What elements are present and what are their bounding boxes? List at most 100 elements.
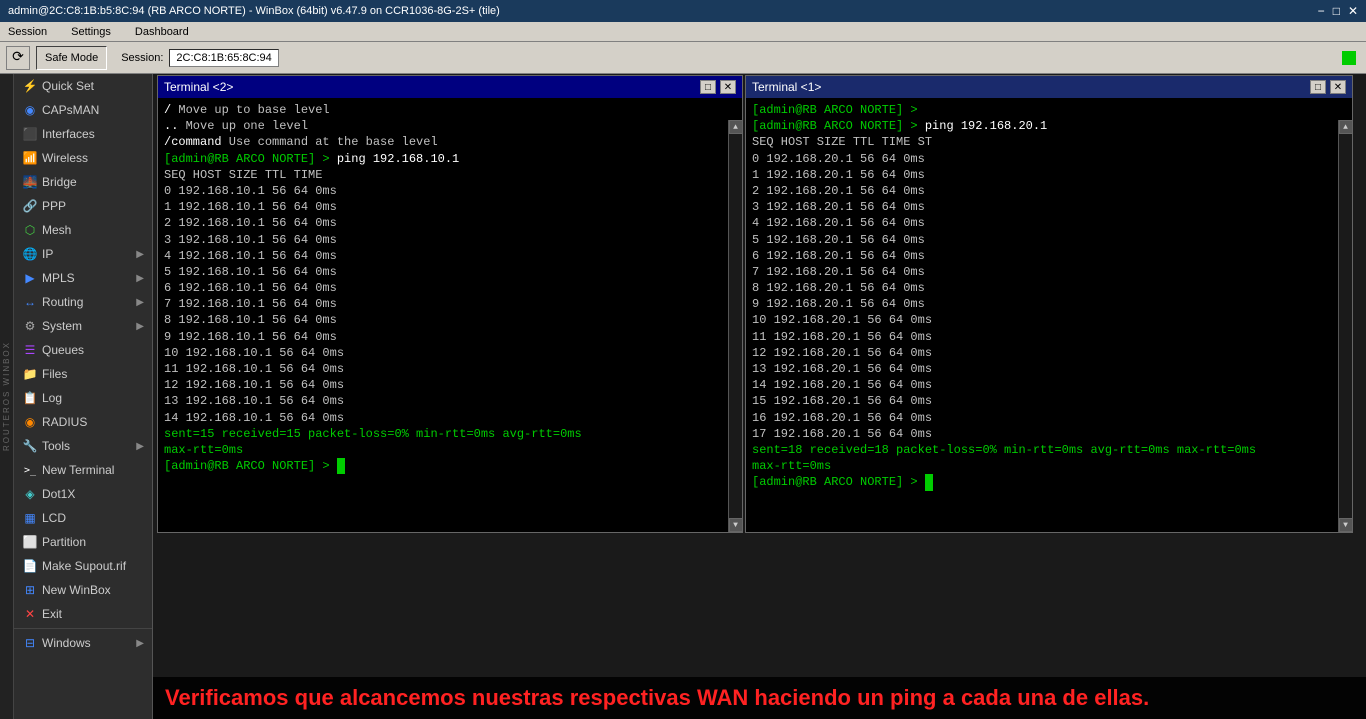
sidebar-item-ip[interactable]: 🌐 IP ▶ bbox=[14, 242, 152, 266]
subtitle-text: Verificamos que alcancemos nuestras resp… bbox=[165, 685, 1149, 710]
terminal-2-titlebar[interactable]: Terminal <2> □ ✕ bbox=[158, 76, 742, 98]
sidebar-item-interfaces[interactable]: ⬛ Interfaces bbox=[14, 122, 152, 146]
minimize-button[interactable]: − bbox=[1318, 4, 1325, 18]
sidebar-item-mpls[interactable]: ▶ MPLS ▶ bbox=[14, 266, 152, 290]
terminal-2-row9: 9 192.168.10.1 56 64 0ms bbox=[164, 329, 722, 345]
close-button[interactable]: ✕ bbox=[1348, 4, 1358, 18]
sidebar-label-interfaces: Interfaces bbox=[42, 127, 95, 141]
sidebar-item-quickset[interactable]: ⚡ Quick Set bbox=[14, 74, 152, 98]
sidebar-item-partition[interactable]: ⬜ Partition bbox=[14, 530, 152, 554]
quickset-icon: ⚡ bbox=[22, 78, 38, 94]
terminal-1-row3: 3 192.168.20.1 56 64 0ms bbox=[752, 199, 1332, 215]
sidebar-label-new-winbox: New WinBox bbox=[42, 583, 111, 597]
sidebar-label-quickset: Quick Set bbox=[42, 79, 94, 93]
terminal-1-row4: 4 192.168.20.1 56 64 0ms bbox=[752, 215, 1332, 231]
terminal-2-row6: 6 192.168.10.1 56 64 0ms bbox=[164, 280, 722, 296]
terminal-2-line-help2: .. Move up one level bbox=[164, 118, 722, 134]
terminal-1-controls: □ ✕ bbox=[1310, 80, 1346, 94]
terminal-1-row8: 8 192.168.20.1 56 64 0ms bbox=[752, 280, 1332, 296]
terminal-1-row17: 17 192.168.20.1 56 64 0ms bbox=[752, 426, 1332, 442]
terminal-2-row12: 12 192.168.10.1 56 64 0ms bbox=[164, 377, 722, 393]
menu-session[interactable]: Session bbox=[4, 25, 51, 39]
sidebar-item-log[interactable]: 📋 Log bbox=[14, 386, 152, 410]
sidebar-item-bridge[interactable]: 🌉 Bridge bbox=[14, 170, 152, 194]
sidebar-item-tools[interactable]: 🔧 Tools ▶ bbox=[14, 434, 152, 458]
sidebar-label-queues: Queues bbox=[42, 343, 84, 357]
sidebar-item-make-supout[interactable]: 📄 Make Supout.rif bbox=[14, 554, 152, 578]
sidebar-item-routing[interactable]: ↔ Routing ▶ bbox=[14, 290, 152, 314]
terminal-2-close[interactable]: ✕ bbox=[720, 80, 736, 94]
radius-icon: ◉ bbox=[22, 414, 38, 430]
sidebar-item-files[interactable]: 📁 Files bbox=[14, 362, 152, 386]
terminal-1-scrollbar[interactable]: ▲ ▼ bbox=[1338, 120, 1352, 532]
terminal-2-scroll-down[interactable]: ▼ bbox=[729, 518, 743, 532]
sidebar-label-dot1x: Dot1X bbox=[42, 487, 75, 501]
terminal-2-controls: □ ✕ bbox=[700, 80, 736, 94]
sidebar-item-exit[interactable]: ✕ Exit bbox=[14, 602, 152, 626]
terminal-1-row11: 11 192.168.20.1 56 64 0ms bbox=[752, 329, 1332, 345]
sidebar-item-lcd[interactable]: ▦ LCD bbox=[14, 506, 152, 530]
terminal-1-maximize[interactable]: □ bbox=[1310, 80, 1326, 94]
mpls-arrow: ▶ bbox=[136, 273, 144, 284]
terminal-2-row7: 7 192.168.10.1 56 64 0ms bbox=[164, 296, 722, 312]
connect-icon[interactable]: ⟳ bbox=[6, 46, 30, 70]
menu-dashboard[interactable]: Dashboard bbox=[131, 25, 193, 39]
title-bar-controls: − □ ✕ bbox=[1318, 4, 1358, 18]
maximize-button[interactable]: □ bbox=[1333, 4, 1340, 18]
terminal-1-window: Terminal <1> □ ✕ [admin@RB ARCO NORTE] >… bbox=[745, 75, 1353, 533]
sidebar-label-log: Log bbox=[42, 391, 62, 405]
terminal-2-row2: 2 192.168.10.1 56 64 0ms bbox=[164, 215, 722, 231]
sidebar-label-tools: Tools bbox=[42, 439, 70, 453]
terminal-1-scroll-up[interactable]: ▲ bbox=[1339, 120, 1353, 134]
terminal-2-scrollbar[interactable]: ▲ ▼ bbox=[728, 120, 742, 532]
terminal-1-stats2: max-rtt=0ms bbox=[752, 458, 1332, 474]
sidebar-label-new-terminal: New Terminal bbox=[42, 463, 114, 477]
terminal-2-maximize[interactable]: □ bbox=[700, 80, 716, 94]
sidebar-item-new-winbox[interactable]: ⊞ New WinBox bbox=[14, 578, 152, 602]
terminal-1-close[interactable]: ✕ bbox=[1330, 80, 1346, 94]
terminal-2-cursor-prompt[interactable]: [admin@RB ARCO NORTE] > bbox=[164, 458, 722, 474]
session-label: Session: bbox=[121, 52, 163, 64]
safe-mode-button[interactable]: Safe Mode bbox=[36, 46, 107, 70]
sidebar-item-ppp[interactable]: 🔗 PPP bbox=[14, 194, 152, 218]
sidebar-label-capsman: CAPsMAN bbox=[42, 103, 99, 117]
terminal-1-scroll-down[interactable]: ▼ bbox=[1339, 518, 1353, 532]
sidebar-item-system[interactable]: ⚙ System ▶ bbox=[14, 314, 152, 338]
new-terminal-icon: >_ bbox=[22, 462, 38, 478]
terminal-1-title: Terminal <1> bbox=[752, 80, 821, 94]
terminal-2-scroll-up[interactable]: ▲ bbox=[729, 120, 743, 134]
sidebar-label-system: System bbox=[42, 319, 82, 333]
subtitle-bar: Verificamos que alcancemos nuestras resp… bbox=[153, 677, 1366, 719]
terminal-1-row1: 1 192.168.20.1 56 64 0ms bbox=[752, 167, 1332, 183]
sidebar-item-wireless[interactable]: 📶 Wireless bbox=[14, 146, 152, 170]
sidebar-label-ppp: PPP bbox=[42, 199, 66, 213]
sidebar-item-queues[interactable]: ☰ Queues bbox=[14, 338, 152, 362]
sidebar-label-ip: IP bbox=[42, 247, 53, 261]
sidebar-item-dot1x[interactable]: ◈ Dot1X bbox=[14, 482, 152, 506]
sidebar-item-radius[interactable]: ◉ RADIUS bbox=[14, 410, 152, 434]
sidebar-label-make-supout: Make Supout.rif bbox=[42, 559, 126, 573]
sidebar-item-new-terminal[interactable]: >_ New Terminal bbox=[14, 458, 152, 482]
terminal-2-row10: 10 192.168.10.1 56 64 0ms bbox=[164, 345, 722, 361]
sidebar-item-windows[interactable]: ⊟ Windows ▶ bbox=[14, 631, 152, 655]
sidebar-label-wireless: Wireless bbox=[42, 151, 88, 165]
log-icon: 📋 bbox=[22, 390, 38, 406]
queues-icon: ☰ bbox=[22, 342, 38, 358]
sidebar-item-mesh[interactable]: ⬡ Mesh bbox=[14, 218, 152, 242]
terminal-1-titlebar[interactable]: Terminal <1> □ ✕ bbox=[746, 76, 1352, 98]
terminal-1-row6: 6 192.168.20.1 56 64 0ms bbox=[752, 248, 1332, 264]
windows-icon: ⊟ bbox=[22, 635, 38, 651]
partition-icon: ⬜ bbox=[22, 534, 38, 550]
terminal-2-stats2: max-rtt=0ms bbox=[164, 442, 722, 458]
terminal-1-row15: 15 192.168.20.1 56 64 0ms bbox=[752, 393, 1332, 409]
system-icon: ⚙ bbox=[22, 318, 38, 334]
terminal-1-cursor-prompt[interactable]: [admin@RB ARCO NORTE] > bbox=[752, 474, 1332, 490]
lcd-icon: ▦ bbox=[22, 510, 38, 526]
mpls-icon: ▶ bbox=[22, 270, 38, 286]
terminal-1-row10: 10 192.168.20.1 56 64 0ms bbox=[752, 312, 1332, 328]
terminal-1-prompt1: [admin@RB ARCO NORTE] > ping 192.168.20.… bbox=[752, 118, 1332, 134]
sidebar-label-radius: RADIUS bbox=[42, 415, 87, 429]
sidebar-label-partition: Partition bbox=[42, 535, 86, 549]
sidebar-item-capsman[interactable]: ◉ CAPsMAN bbox=[14, 98, 152, 122]
menu-settings[interactable]: Settings bbox=[67, 25, 115, 39]
